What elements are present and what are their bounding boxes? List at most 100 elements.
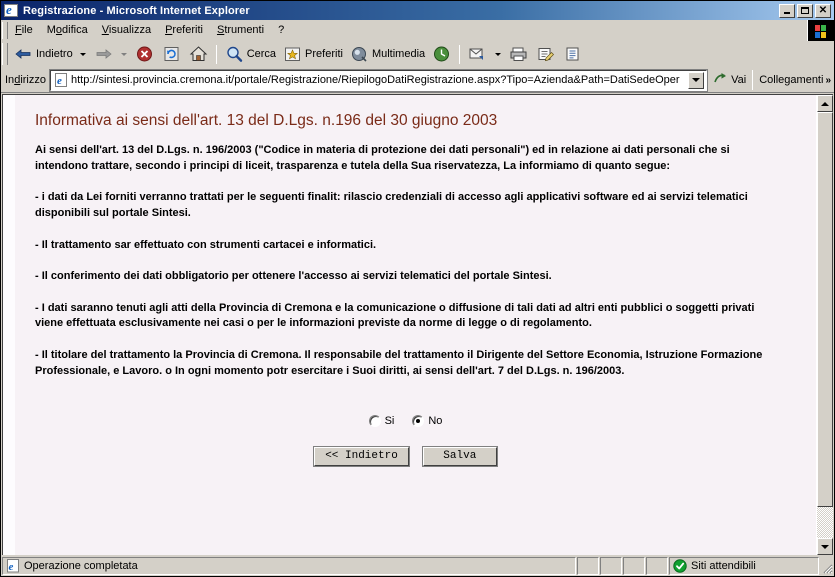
- menu-item-strumenti[interactable]: Strumenti: [210, 22, 271, 39]
- menu-item-preferiti[interactable]: Preferiti: [158, 22, 210, 39]
- ie-page-icon: e: [6, 559, 20, 573]
- consent-yes-label: Si: [384, 415, 395, 428]
- edit-icon: [535, 44, 556, 64]
- media-button-label: Multimedia: [371, 48, 426, 60]
- back-button-label: Indietro: [36, 48, 73, 60]
- forward-history-dropdown-icon[interactable]: [120, 52, 127, 56]
- privacy-paragraph-5: - I dati saranno tenuti agli atti della …: [35, 301, 755, 330]
- status-pane-1: [577, 557, 599, 575]
- consent-no-label: No: [428, 415, 443, 428]
- status-message: Operazione completata: [24, 560, 138, 572]
- go-button-label: Vai: [731, 74, 747, 86]
- history-button[interactable]: [428, 43, 455, 65]
- status-bar: e Operazione completata Siti attendibili: [1, 555, 834, 576]
- home-button[interactable]: [185, 43, 212, 65]
- trusted-sites-check-icon: [673, 559, 687, 573]
- discussions-button[interactable]: [559, 43, 586, 65]
- media-button[interactable]: Multimedia: [346, 43, 428, 65]
- media-icon: [349, 44, 370, 64]
- refresh-button[interactable]: [158, 43, 185, 65]
- status-message-pane: e Operazione completata: [2, 557, 576, 575]
- scrollbar-thumb[interactable]: [817, 112, 833, 507]
- mail-button[interactable]: [464, 43, 491, 65]
- close-button[interactable]: ✕: [815, 3, 831, 18]
- discussions-icon: [562, 44, 583, 64]
- scrollbar-track[interactable]: [817, 112, 833, 538]
- minimize-button[interactable]: [779, 3, 795, 18]
- privacy-paragraph-4: - Il conferimento dei dati obbligatorio …: [35, 270, 552, 283]
- favorites-star-icon: [282, 44, 303, 64]
- window-title: Registrazione - Microsoft Internet Explo…: [23, 4, 250, 17]
- page-title: Informativa ai sensi dell'art. 13 del D.…: [35, 112, 498, 129]
- back-arrow-icon: [13, 44, 34, 64]
- consent-radio-group: Si No: [35, 415, 776, 428]
- stop-icon: [134, 44, 155, 64]
- go-button[interactable]: Vai: [709, 69, 749, 91]
- print-icon: [508, 44, 529, 64]
- menu-item-visualizza[interactable]: Visualizza: [95, 22, 158, 39]
- favorites-button-label: Preferiti: [305, 48, 343, 60]
- menu-bar: File Modifica Visualizza Preferiti Strum…: [1, 20, 834, 41]
- scroll-up-button[interactable]: [817, 95, 833, 112]
- edit-button[interactable]: [532, 43, 559, 65]
- svg-text:e: e: [9, 561, 14, 573]
- search-button-label: Cerca: [246, 48, 277, 60]
- consent-form: Si No << Indietro Salva: [35, 415, 776, 468]
- go-arrow-icon: [712, 70, 729, 90]
- toolbar-separator-1: [215, 44, 217, 64]
- ie-logo-banner: [807, 20, 834, 41]
- back-history-dropdown-icon[interactable]: [79, 52, 86, 56]
- address-input[interactable]: e http://sintesi.provincia.cremona.it/po…: [48, 68, 709, 92]
- save-button[interactable]: Salva: [421, 446, 498, 468]
- address-dropdown-button[interactable]: [688, 71, 705, 89]
- vertical-scrollbar[interactable]: [816, 95, 833, 555]
- address-separator: [752, 70, 754, 90]
- forward-button[interactable]: [90, 43, 117, 65]
- links-button[interactable]: Collegamenti »: [756, 69, 834, 91]
- links-overflow-icon[interactable]: »: [825, 75, 831, 86]
- refresh-icon: [161, 44, 182, 64]
- svg-text:e: e: [57, 75, 62, 87]
- back-form-button[interactable]: << Indietro: [313, 446, 410, 468]
- mail-dropdown-icon[interactable]: [495, 52, 502, 56]
- search-button[interactable]: Cerca: [221, 43, 279, 65]
- security-zone-label: Siti attendibili: [691, 560, 756, 572]
- toolbar-separator-2: [459, 44, 461, 64]
- privacy-paragraph-1: Ai sensi dell'art. 13 del D.Lgs. n. 196/…: [35, 144, 730, 172]
- browser-window: Registrazione - Microsoft Internet Explo…: [0, 0, 835, 577]
- home-icon: [188, 44, 209, 64]
- stop-button[interactable]: [131, 43, 158, 65]
- document-viewport: Informativa ai sensi dell'art. 13 del D.…: [3, 95, 816, 555]
- privacy-paragraph-3: - Il trattamento sar effettuato con stru…: [35, 238, 377, 251]
- menu-item-help[interactable]: ?: [271, 22, 291, 39]
- resize-grip[interactable]: [820, 557, 834, 575]
- consent-yes-radio[interactable]: [368, 415, 381, 428]
- history-icon: [431, 44, 452, 64]
- window-controls: ✕: [779, 3, 832, 18]
- document-left-margin: [3, 95, 15, 555]
- menu-item-modifica[interactable]: Modifica: [40, 22, 95, 39]
- toolbar-drag-grip[interactable]: [2, 43, 8, 65]
- navigation-toolbar: Indietro Cerca Preferiti Multimedia: [1, 41, 834, 68]
- favorites-button[interactable]: Preferiti: [279, 43, 346, 65]
- page-container: Informativa ai sensi dell'art. 13 del D.…: [1, 92, 834, 555]
- window-icon: [4, 3, 20, 18]
- search-icon: [224, 44, 245, 64]
- page-icon: e: [53, 72, 69, 88]
- print-button[interactable]: [505, 43, 532, 65]
- form-button-row: << Indietro Salva: [35, 446, 776, 468]
- consent-no-radio[interactable]: [412, 415, 425, 428]
- forward-arrow-icon: [93, 44, 114, 64]
- menu-item-file[interactable]: File: [8, 22, 40, 39]
- status-pane-4: [646, 557, 668, 575]
- address-url-text: http://sintesi.provincia.cremona.it/port…: [70, 74, 680, 86]
- address-label: Indirizzo: [5, 74, 46, 86]
- security-zone-pane[interactable]: Siti attendibili: [669, 557, 819, 575]
- mail-icon: [467, 44, 488, 64]
- status-pane-3: [623, 557, 645, 575]
- title-bar: Registrazione - Microsoft Internet Explo…: [1, 1, 834, 20]
- back-button[interactable]: Indietro: [10, 43, 76, 65]
- status-pane-2: [600, 557, 622, 575]
- maximize-button[interactable]: [797, 3, 813, 18]
- scroll-down-button[interactable]: [817, 538, 833, 555]
